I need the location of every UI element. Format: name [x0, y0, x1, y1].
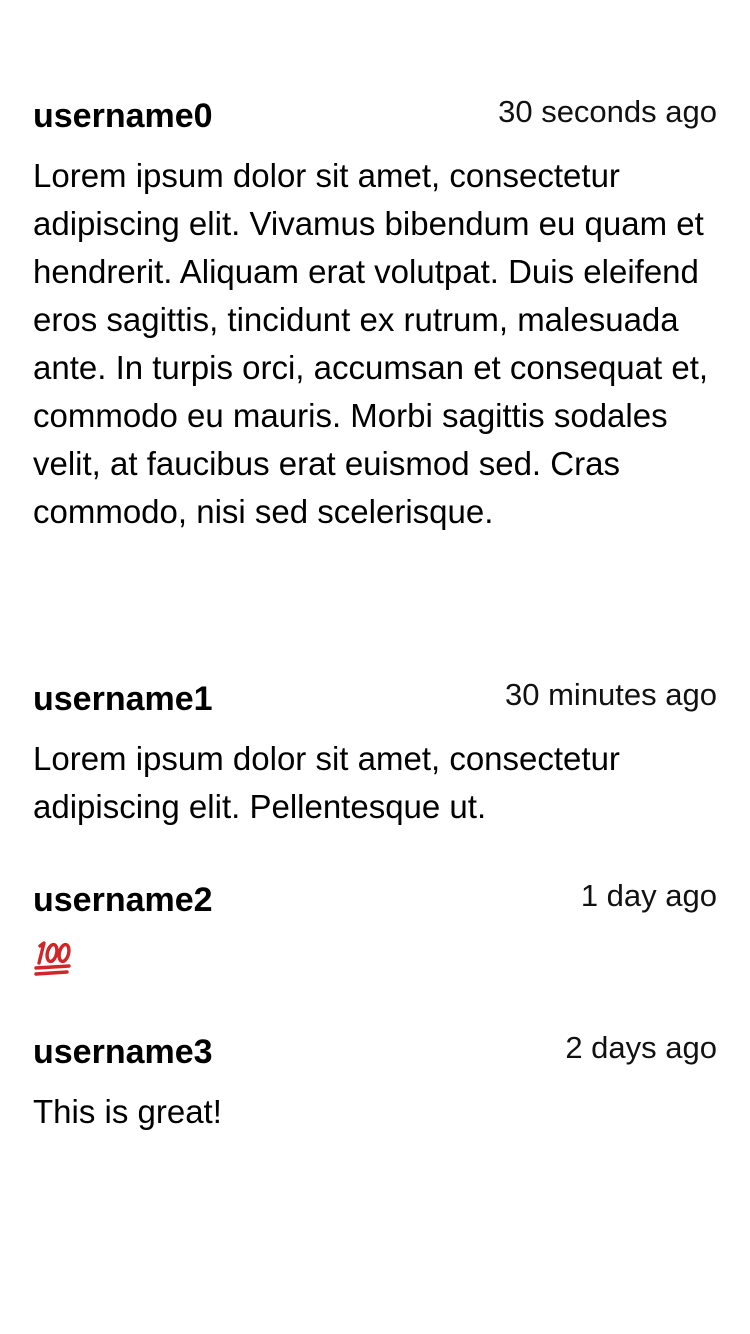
comment-text: Lorem ipsum dolor sit amet, consectetur … — [33, 740, 620, 825]
hundred-points-icon — [33, 938, 73, 978]
comment-username[interactable]: username2 — [33, 878, 213, 922]
comment-item: username0 30 seconds ago Lorem ipsum dol… — [33, 94, 717, 536]
comment-timestamp: 30 seconds ago — [498, 94, 717, 129]
comment-header: username1 30 minutes ago — [33, 677, 717, 721]
comment-timestamp: 2 days ago — [565, 1030, 717, 1065]
comment-header: username0 30 seconds ago — [33, 94, 717, 138]
hundred-points-icon-graphic — [34, 941, 71, 976]
comment-item: username3 2 days ago This is great! — [33, 1030, 717, 1136]
comment-timestamp: 30 minutes ago — [505, 677, 717, 712]
comment-username[interactable]: username3 — [33, 1030, 213, 1074]
comment-text: This is great! — [33, 1093, 222, 1130]
comment-username[interactable]: username1 — [33, 677, 213, 721]
comment-item: username1 30 minutes ago Lorem ipsum dol… — [33, 677, 717, 831]
comment-timestamp: 1 day ago — [580, 878, 717, 913]
comment-header: username2 1 day ago — [33, 878, 717, 922]
comment-username[interactable]: username0 — [33, 94, 213, 138]
comment-item: username2 1 day ago — [33, 878, 717, 991]
comment-emoji-body — [33, 936, 717, 991]
comment-header: username3 2 days ago — [33, 1030, 717, 1074]
comment-text: Lorem ipsum dolor sit amet, consectetur … — [33, 157, 709, 530]
